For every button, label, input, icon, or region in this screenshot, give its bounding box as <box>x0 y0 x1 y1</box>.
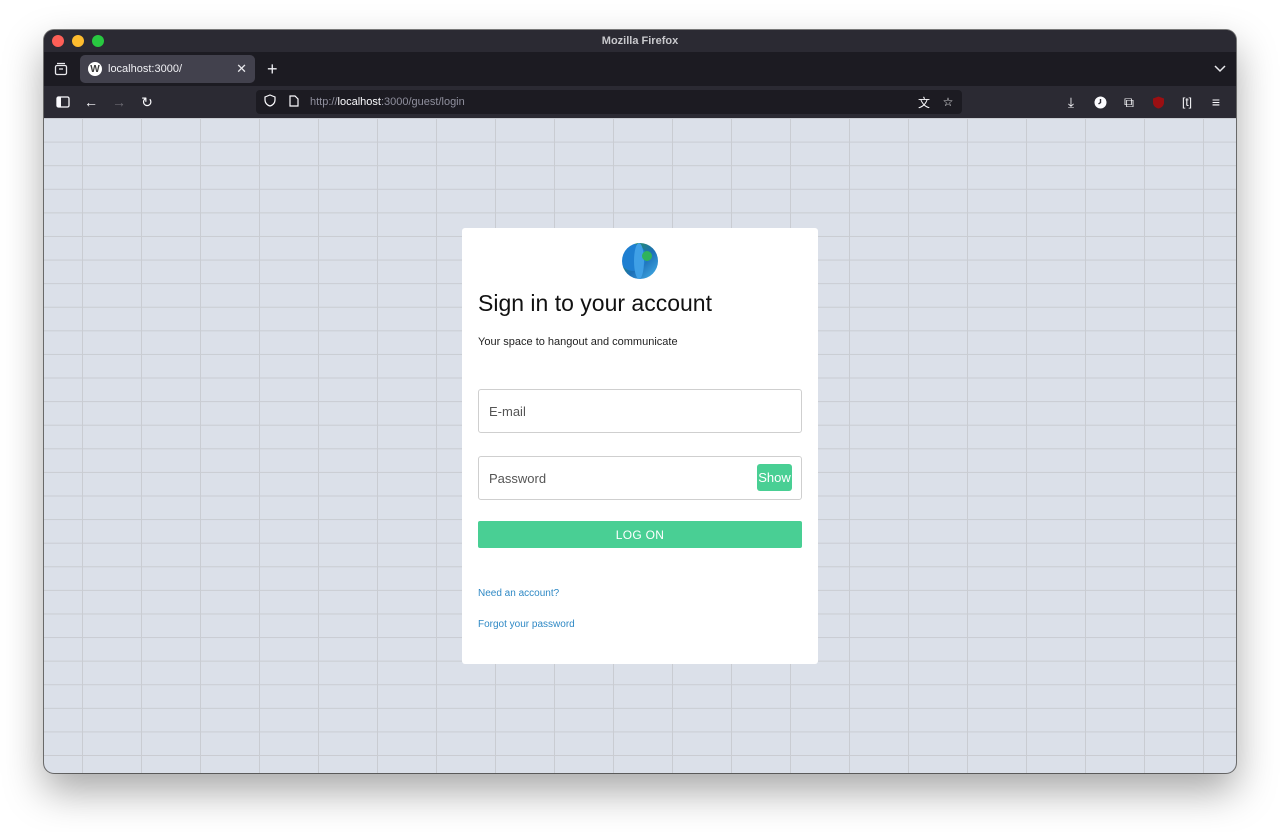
download-icon[interactable]: ⤓ <box>1057 88 1085 116</box>
translate-icon[interactable]: 文 <box>916 94 932 111</box>
new-tab-icon[interactable]: + <box>267 60 278 78</box>
back-arrow-icon[interactable]: ← <box>77 88 105 116</box>
navigation-toolbar: ← → ↻ http://localhost:3000/guest/login … <box>44 86 1236 118</box>
log-on-button[interactable]: LOG ON <box>478 521 802 548</box>
password-wrapper: Show <box>478 456 802 500</box>
close-tab-icon[interactable]: ✕ <box>236 61 247 77</box>
page-content: Sign in to your account Your space to ha… <box>44 118 1236 773</box>
window-controls <box>52 35 104 47</box>
need-account-link[interactable]: Need an account? <box>478 588 559 599</box>
reload-icon[interactable]: ↻ <box>133 88 161 116</box>
tab-localhost[interactable]: W localhost:3000/ ✕ <box>80 55 255 83</box>
url-path: :3000/guest/login <box>380 96 465 108</box>
page-subtitle: Your space to hangout and communicate <box>478 336 678 348</box>
tab-title: localhost:3000/ <box>108 63 182 75</box>
bracket-t-extension-icon[interactable]: [t] <box>1173 88 1201 116</box>
email-field[interactable] <box>478 389 802 433</box>
tab-overview-icon[interactable] <box>44 52 78 86</box>
page-info-icon[interactable] <box>286 94 302 110</box>
minimize-window-button[interactable] <box>72 35 84 47</box>
show-password-button[interactable]: Show <box>757 464 792 491</box>
url-scheme: http:// <box>310 96 338 108</box>
url-text[interactable]: http://localhost:3000/guest/login <box>310 96 908 108</box>
url-host: localhost <box>337 96 381 108</box>
history-clock-icon[interactable] <box>1086 88 1114 116</box>
password-field[interactable] <box>478 456 802 500</box>
globe-logo-icon <box>622 243 658 279</box>
forward-arrow-icon[interactable]: → <box>105 88 133 116</box>
login-card: Sign in to your account Your space to ha… <box>462 228 818 664</box>
sidebar-icon[interactable] <box>49 88 77 116</box>
chevron-down-icon[interactable] <box>1214 62 1226 76</box>
extensions-puzzle-icon[interactable]: ⧉ <box>1115 88 1143 116</box>
wordpress-icon: W <box>88 62 102 76</box>
ublock-icon[interactable] <box>1144 88 1172 116</box>
toolbar-right: ⤓ ⧉ [t] ≡ <box>1057 88 1230 116</box>
address-bar[interactable]: http://localhost:3000/guest/login 文 ☆ <box>256 90 962 114</box>
bookmark-star-icon[interactable]: ☆ <box>940 95 956 109</box>
close-window-button[interactable] <box>52 35 64 47</box>
page-title: Sign in to your account <box>478 290 712 316</box>
title-bar: Mozilla Firefox <box>44 30 1236 52</box>
maximize-window-button[interactable] <box>92 35 104 47</box>
tab-bar: W localhost:3000/ ✕ + <box>44 52 1236 86</box>
browser-window: Mozilla Firefox W localhost:3000/ ✕ + ← … <box>44 30 1236 773</box>
shield-icon[interactable] <box>262 94 278 110</box>
window-title: Mozilla Firefox <box>601 35 679 47</box>
forgot-password-link[interactable]: Forgot your password <box>478 619 575 630</box>
hamburger-menu-icon[interactable]: ≡ <box>1202 88 1230 116</box>
